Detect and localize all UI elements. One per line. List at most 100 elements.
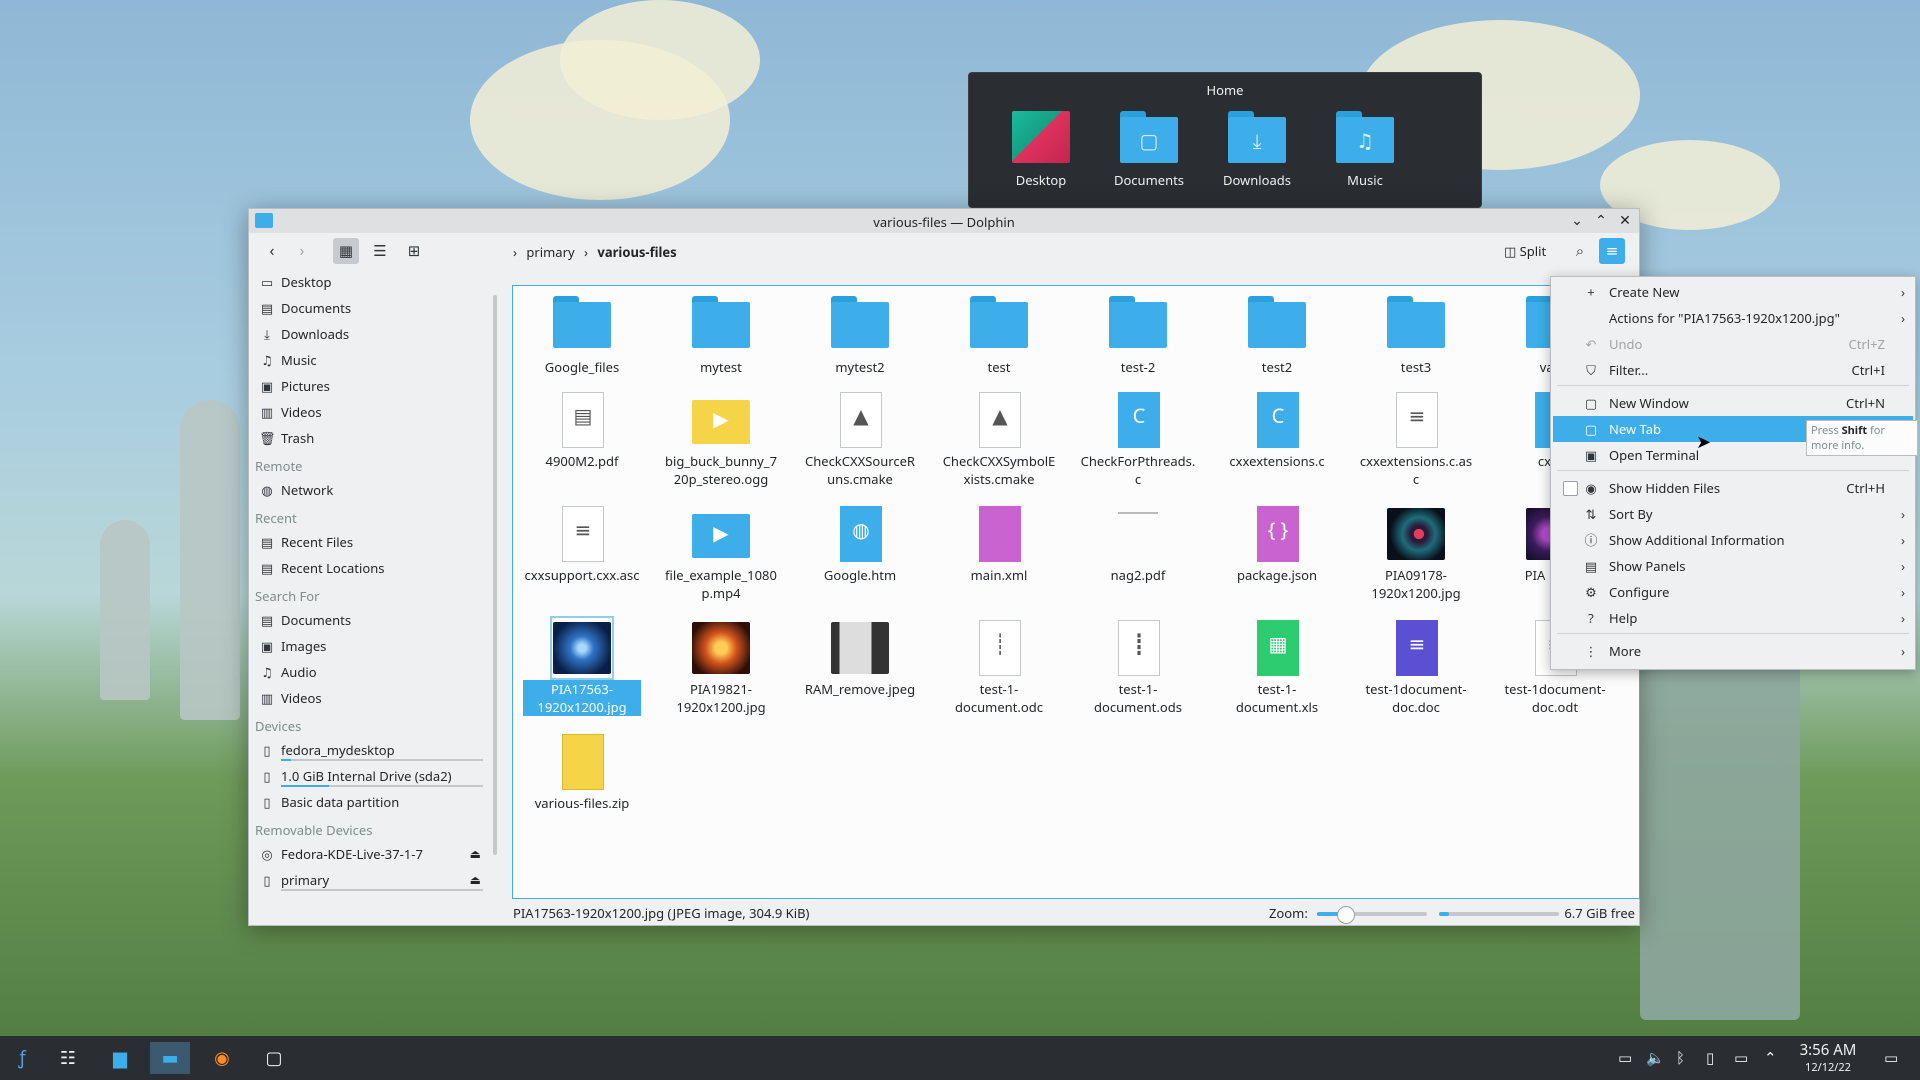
network-icon[interactable]: ▭ xyxy=(1734,1048,1748,1068)
volume-icon[interactable]: 🔈 xyxy=(1646,1048,1665,1068)
file-item[interactable]: Ccxxextensions.c xyxy=(1218,390,1336,470)
hamburger-menu-button[interactable]: ≡ xyxy=(1599,238,1625,264)
bluetooth-icon[interactable]: ᛒ xyxy=(1676,1048,1685,1068)
zoom-slider-handle[interactable] xyxy=(1337,906,1355,924)
menu-item-actions[interactable]: Actions for "PIA17563-1920x1200.jpg" › xyxy=(1553,305,1913,331)
menu-item-more[interactable]: ⋮ More › xyxy=(1553,638,1913,664)
sidebar-item-search-audio[interactable]: ♫ Audio xyxy=(249,659,489,685)
file-item[interactable]: ≡ cxxextensions.c.asc xyxy=(1357,390,1475,488)
file-item[interactable]: PIA19821-1920x1200.jpg xyxy=(662,618,780,716)
file-item[interactable]: PIA09178-1920x1200.jpg xyxy=(1357,504,1475,602)
place-documents[interactable]: ▢ Documents xyxy=(1099,107,1199,197)
place-label: Documents xyxy=(1113,171,1185,189)
file-item[interactable]: ▤ 4900M2.pdf xyxy=(523,390,641,470)
maximize-button[interactable]: ⌃ xyxy=(1591,211,1611,231)
file-view[interactable]: Google_files mytest mytest2 test test-2 test2… xyxy=(512,285,1640,899)
show-desktop-icon[interactable]: ▭ xyxy=(1884,1048,1898,1068)
file-item[interactable]: main.xml xyxy=(940,504,1058,584)
file-item[interactable]: ┋ test-1-document.ods xyxy=(1079,618,1197,716)
file-item[interactable]: Google_files xyxy=(523,294,641,376)
zoom-slider[interactable] xyxy=(1317,912,1427,916)
file-item[interactable]: various-files.zip xyxy=(523,732,641,812)
file-item[interactable]: ▶ file_example_1080p.mp4 xyxy=(662,504,780,602)
close-button[interactable]: ✕ xyxy=(1615,211,1635,231)
breadcrumb-item-current[interactable]: various-files xyxy=(597,243,676,261)
sidebar-item-removable[interactable]: ▯ primary ⏏ xyxy=(249,867,489,893)
usb-device-icon[interactable]: ▯ xyxy=(1706,1048,1714,1068)
sidebar-item-pictures[interactable]: ▣ Pictures xyxy=(249,373,489,399)
menu-item-filter[interactable]: ⛉ Filter... Ctrl+I xyxy=(1553,357,1913,383)
sidebar-item-removable[interactable]: ◎ Fedora-KDE-Live-37-1-7 ⏏ xyxy=(249,841,489,867)
sidebar-item-device[interactable]: ▯ 1.0 GiB Internal Drive (sda2) xyxy=(249,763,489,789)
checkbox[interactable] xyxy=(1563,481,1578,496)
minimize-button[interactable]: ⌄ xyxy=(1567,211,1587,231)
breadcrumb-item-primary[interactable]: primary xyxy=(526,243,574,261)
place-music[interactable]: ♫ Music xyxy=(1315,107,1415,197)
sidebar-item-desktop[interactable]: ▭ Desktop xyxy=(249,269,489,295)
menu-item-help[interactable]: ? Help › xyxy=(1553,605,1913,631)
forward-button[interactable]: › xyxy=(289,238,315,264)
file-item[interactable]: ◍ Google.htm xyxy=(801,504,919,584)
file-item[interactable]: ≡ cxxsupport.cxx.asc xyxy=(523,504,641,584)
menu-item-label: Filter... xyxy=(1609,361,1649,379)
sidebar-item-videos[interactable]: ▥ Videos xyxy=(249,399,489,425)
file-item[interactable]: ▲ CheckCXXSymbolExists.cmake xyxy=(940,390,1058,488)
menu-item-new-window[interactable]: ▢ New Window Ctrl+N xyxy=(1553,390,1913,416)
clock[interactable]: 3:56 AM 12/12/22 xyxy=(1796,1040,1860,1075)
discover-icon[interactable]: ▆ xyxy=(100,1042,140,1074)
file-item[interactable]: test2 xyxy=(1218,294,1336,376)
fedora-launcher-icon[interactable]: ƒ xyxy=(2,1042,42,1074)
split-button[interactable]: ◫ Split xyxy=(1504,238,1546,264)
file-item[interactable]: { } package.json xyxy=(1218,504,1336,584)
details-view-button[interactable]: ⊞ xyxy=(401,238,427,264)
compact-view-button[interactable]: ☰ xyxy=(367,238,393,264)
file-item[interactable]: ▦ test-1-document.xls xyxy=(1218,618,1336,716)
file-item[interactable]: RAM_remove.jpeg xyxy=(801,618,919,698)
menu-item-sort-by[interactable]: ⇅ Sort By › xyxy=(1553,501,1913,527)
icons-view-button[interactable]: ▦ xyxy=(333,238,359,264)
sidebar-item-music[interactable]: ♫ Music xyxy=(249,347,489,373)
app-task-icon[interactable]: ▢ xyxy=(254,1042,294,1074)
sidebar-item-downloads[interactable]: ⤓ Downloads xyxy=(249,321,489,347)
file-item[interactable]: C CheckForPthreads.c xyxy=(1079,390,1197,488)
sidebar-item-recent-locations[interactable]: ▤ Recent Locations xyxy=(249,555,489,581)
sidebar-item-device[interactable]: ▯ Basic data partition xyxy=(249,789,489,815)
file-item[interactable]: test xyxy=(940,294,1058,376)
file-item[interactable]: PIA17563-1920x1200.jpg xyxy=(523,616,641,716)
sidebar-item-search-videos[interactable]: ▥ Videos xyxy=(249,685,489,711)
sidebar-item-search-images[interactable]: ▣ Images xyxy=(249,633,489,659)
menu-item-undo[interactable]: ↶ Undo Ctrl+Z xyxy=(1553,331,1913,357)
menu-item-show-hidden-files[interactable]: ◉ Show Hidden Files Ctrl+H xyxy=(1553,475,1913,501)
window-titlebar[interactable]: various-files — Dolphin ⌄ ⌃ ✕ xyxy=(249,209,1639,233)
file-item[interactable]: nag2.pdf xyxy=(1079,504,1197,584)
file-item[interactable]: ┊ test-1-document.odc xyxy=(940,618,1058,716)
file-item[interactable]: test-2 xyxy=(1079,294,1197,376)
chevron-up-icon[interactable]: ⌃ xyxy=(1764,1048,1777,1068)
menu-item-additional-info[interactable]: ⓘ Show Additional Information › xyxy=(1553,527,1913,553)
eject-icon[interactable]: ⏏ xyxy=(470,841,481,867)
file-item[interactable]: ▶ big_buck_bunny_720p_stereo.ogg xyxy=(662,390,780,488)
file-item[interactable]: ≡ test-1document-doc.doc xyxy=(1357,618,1475,716)
display-icon[interactable]: ▭ xyxy=(1618,1048,1632,1068)
sidebar-item-documents[interactable]: ▤ Documents xyxy=(249,295,489,321)
place-downloads[interactable]: ⤓ Downloads xyxy=(1207,107,1307,197)
search-button[interactable]: ⌕ xyxy=(1567,238,1593,264)
back-button[interactable]: ‹ xyxy=(259,238,285,264)
sidebar-item-recent-files[interactable]: ▤ Recent Files xyxy=(249,529,489,555)
place-desktop[interactable]: Desktop xyxy=(991,107,1091,197)
menu-item-show-panels[interactable]: ▤ Show Panels › xyxy=(1553,553,1913,579)
file-item[interactable]: mytest xyxy=(662,294,780,376)
file-item[interactable]: mytest2 xyxy=(801,294,919,376)
sidebar-item-trash[interactable]: 🗑 Trash xyxy=(249,425,489,451)
sidebar-item-search-documents[interactable]: ▤ Documents xyxy=(249,607,489,633)
menu-item-create-new[interactable]: + Create New › xyxy=(1553,279,1913,305)
file-item[interactable]: ▲ CheckCXXSourceRuns.cmake xyxy=(801,390,919,488)
sidebar-item-network[interactable]: ◍ Network xyxy=(249,477,489,503)
pager-icon[interactable]: ☷ xyxy=(48,1042,88,1074)
firefox-icon[interactable]: ◉ xyxy=(202,1042,242,1074)
file-item[interactable]: test3 xyxy=(1357,294,1475,376)
dolphin-task-icon[interactable]: ▬ xyxy=(150,1042,190,1074)
menu-item-configure[interactable]: ⚙ Configure › xyxy=(1553,579,1913,605)
sidebar-scrollbar[interactable] xyxy=(493,295,497,855)
sidebar-item-device[interactable]: ▯ fedora_mydesktop xyxy=(249,737,489,763)
